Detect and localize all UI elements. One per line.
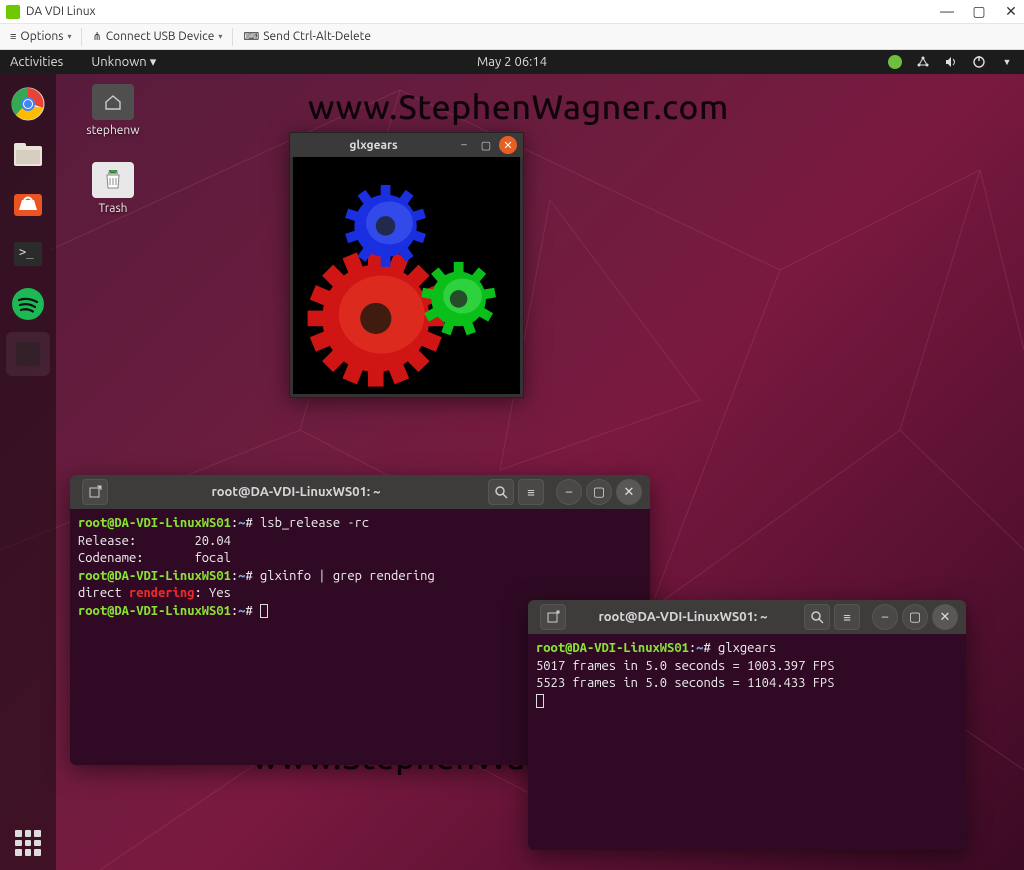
glxgears-titlebar[interactable]: glxgears – ▢ ✕ xyxy=(290,133,523,157)
terminal1-newtab-button[interactable] xyxy=(82,479,108,505)
system-menu-caret-icon[interactable]: ▼ xyxy=(1000,55,1014,69)
terminal1-title: root@DA-VDI-LinuxWS01: ~ xyxy=(108,485,484,499)
host-maximize-button[interactable]: ▢ xyxy=(972,3,986,20)
terminal2-titlebar[interactable]: root@DA-VDI-LinuxWS01: ~ ≡ – ▢ ✕ xyxy=(528,600,966,634)
trash-label: Trash xyxy=(78,202,148,215)
glxgears-maximize-button[interactable]: ▢ xyxy=(477,136,495,154)
terminal2-search-button[interactable] xyxy=(804,604,830,630)
app-menu[interactable]: Unknown ▾ xyxy=(91,55,156,70)
host-toolbar: ≡ Options ▾ ⋔ Connect USB Device ▾ ⌨ Sen… xyxy=(0,24,1024,50)
dock-software[interactable] xyxy=(6,182,50,226)
host-close-button[interactable]: ✕ xyxy=(1004,3,1018,20)
terminal1-menu-button[interactable]: ≡ xyxy=(518,479,544,505)
host-window-titlebar: DA VDI Linux — ▢ ✕ xyxy=(0,0,1024,24)
glxgears-close-button[interactable]: ✕ xyxy=(499,136,517,154)
volume-icon[interactable] xyxy=(944,55,958,69)
trash-icon[interactable]: Trash xyxy=(78,162,148,215)
terminal1-minimize-button[interactable]: – xyxy=(556,479,582,505)
terminal-window-2[interactable]: root@DA-VDI-LinuxWS01: ~ ≡ – ▢ ✕ root@DA… xyxy=(528,600,966,850)
terminal1-maximize-button[interactable]: ▢ xyxy=(586,479,612,505)
terminal2-menu-button[interactable]: ≡ xyxy=(834,604,860,630)
send-ctrl-alt-del-button[interactable]: ⌨ Send Ctrl-Alt-Delete xyxy=(237,28,377,45)
clock[interactable]: May 2 06:14 xyxy=(477,55,547,69)
terminal2-title: root@DA-VDI-LinuxWS01: ~ xyxy=(566,610,800,624)
network-icon[interactable] xyxy=(916,55,930,69)
activities-button[interactable]: Activities xyxy=(10,55,63,69)
host-window-title: DA VDI Linux xyxy=(26,5,940,18)
terminal2-body[interactable]: root@DA-VDI-LinuxWS01:~# glxgears 5017 f… xyxy=(528,634,966,716)
home-folder-label: stephenw xyxy=(78,124,148,137)
glxgears-minimize-button[interactable]: – xyxy=(455,136,473,154)
glxgears-canvas xyxy=(290,157,523,397)
options-menu[interactable]: ≡ Options ▾ xyxy=(4,28,77,45)
home-folder-icon[interactable]: stephenw xyxy=(78,84,148,137)
status-indicator-icon[interactable] xyxy=(888,55,902,69)
host-minimize-button[interactable]: — xyxy=(940,3,954,20)
dock-files[interactable] xyxy=(6,132,50,176)
terminal2-maximize-button[interactable]: ▢ xyxy=(902,604,928,630)
svg-text:>_: >_ xyxy=(19,245,34,259)
power-icon[interactable] xyxy=(972,55,986,69)
dock-spotify[interactable] xyxy=(6,282,50,326)
glxgears-title: glxgears xyxy=(296,139,451,152)
terminal2-close-button[interactable]: ✕ xyxy=(932,604,958,630)
dock: >_ xyxy=(0,74,56,870)
terminal1-close-button[interactable]: ✕ xyxy=(616,479,642,505)
vmware-horizon-icon xyxy=(6,5,20,19)
usb-icon: ⋔ xyxy=(92,30,101,43)
show-applications-button[interactable] xyxy=(15,830,41,856)
glxgears-window[interactable]: glxgears – ▢ ✕ xyxy=(289,132,524,398)
connect-usb-menu[interactable]: ⋔ Connect USB Device ▾ xyxy=(86,28,228,45)
dock-running-placeholder[interactable] xyxy=(6,332,50,376)
terminal1-search-button[interactable] xyxy=(488,479,514,505)
dock-chrome[interactable] xyxy=(6,82,50,126)
guest-desktop: Activities Unknown ▾ May 2 06:14 ▼ xyxy=(0,50,1024,870)
terminal1-titlebar[interactable]: root@DA-VDI-LinuxWS01: ~ ≡ – ▢ ✕ xyxy=(70,475,650,509)
terminal2-minimize-button[interactable]: – xyxy=(872,604,898,630)
terminal2-newtab-button[interactable] xyxy=(540,604,566,630)
gnome-top-bar: Activities Unknown ▾ May 2 06:14 ▼ xyxy=(0,50,1024,74)
cad-icon: ⌨ xyxy=(243,30,259,43)
watermark-top: www.StephenWagner.com xyxy=(308,88,729,126)
hamburger-icon: ≡ xyxy=(10,31,16,43)
dock-terminal[interactable]: >_ xyxy=(6,232,50,276)
